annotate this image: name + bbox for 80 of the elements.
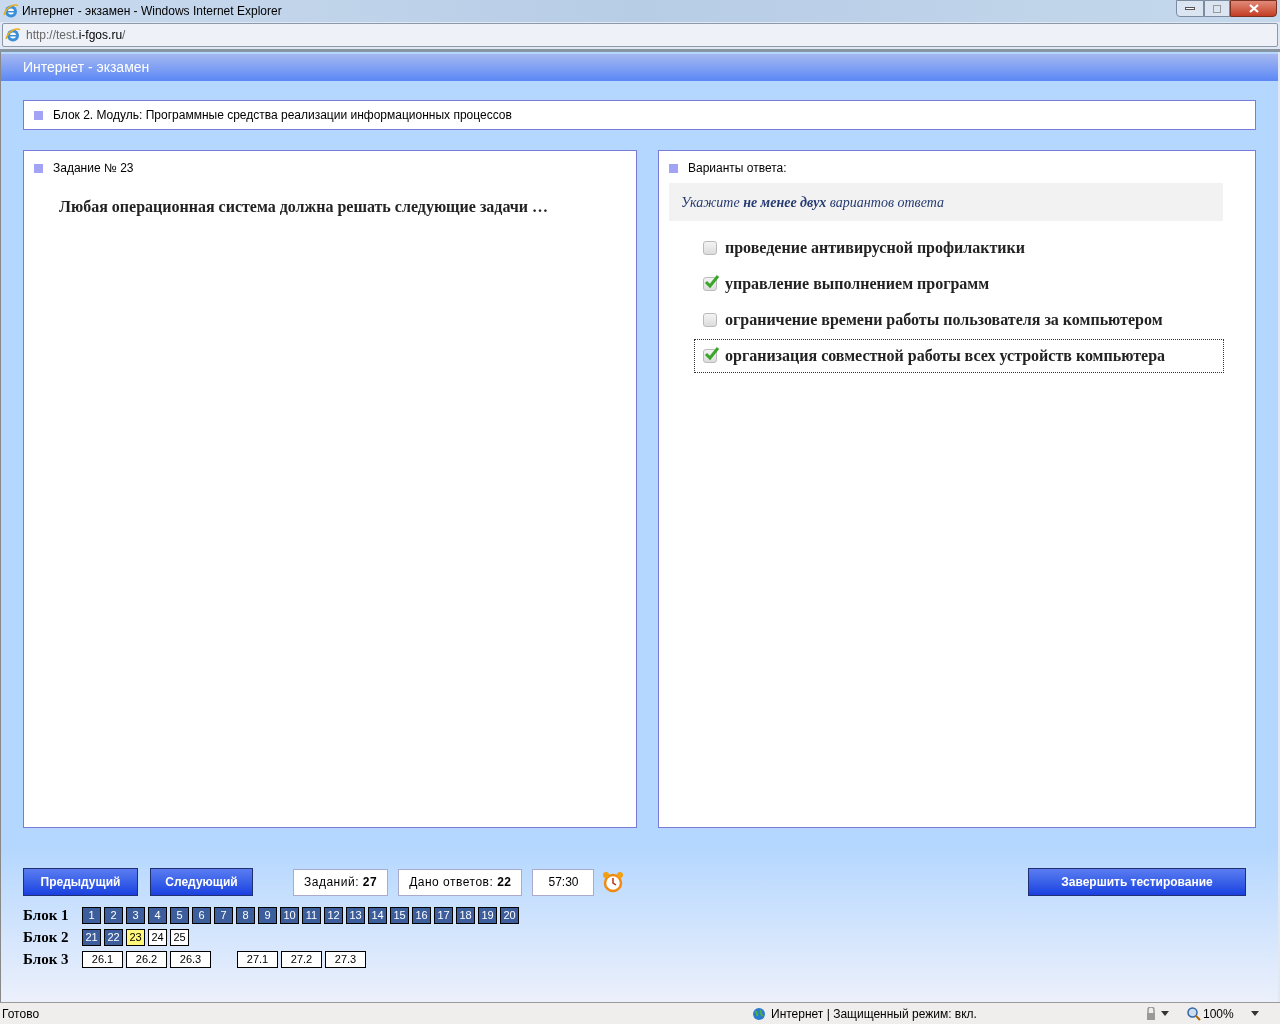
- question-number[interactable]: 16: [412, 907, 431, 924]
- answer-option[interactable]: управление выполнением программ: [694, 267, 1224, 301]
- question-number[interactable]: 27.3: [325, 951, 366, 968]
- security-zone: Интернет | Защищенный режим: вкл.: [771, 1005, 978, 1023]
- bullet-icon: [34, 163, 43, 173]
- question-number[interactable]: 17: [434, 907, 453, 924]
- close-icon: [1248, 4, 1259, 13]
- maximize-button[interactable]: [1204, 0, 1230, 17]
- answers-counter: Дано ответов: 22: [398, 868, 523, 896]
- zoom-icon: [1187, 1006, 1201, 1021]
- question-number[interactable]: 7: [214, 907, 233, 924]
- question-text: Любая операционная система должна решать следующие задачи …: [59, 197, 550, 218]
- answer-option[interactable]: ограничение времени работы пользователя за компьютером: [694, 303, 1224, 337]
- previous-button[interactable]: Предыдущий: [23, 868, 138, 896]
- question-number[interactable]: 26.3: [170, 951, 211, 968]
- tasks-counter: Заданий: 27: [293, 868, 389, 896]
- question-number[interactable]: 27.1: [237, 951, 278, 968]
- question-number[interactable]: 24: [148, 929, 167, 946]
- question-number[interactable]: 4: [148, 907, 167, 924]
- timer: 57:30: [532, 868, 595, 896]
- option-label: управление выполнением программ: [725, 274, 990, 295]
- answers-title: Варианты ответа:: [688, 160, 787, 177]
- bullet-icon: [669, 163, 678, 173]
- window-title: Интернет - экзамен - Windows Internet Explorer: [22, 3, 282, 20]
- question-number[interactable]: 21: [82, 929, 101, 946]
- answer-option[interactable]: организация совместной работы всех устройств компьютера: [694, 339, 1224, 373]
- module-title: Блок 2. Модуль: Программные средства реализации информационных процессов: [53, 107, 512, 124]
- question-number[interactable]: 3: [126, 907, 145, 924]
- option-label: организация совместной работы всех устройств компьютера: [725, 346, 1166, 367]
- address-bar[interactable]: http://test.i-fgos.ru/: [2, 23, 1278, 47]
- url-text: http://test.i-fgos.ru/: [26, 27, 126, 44]
- question-number[interactable]: 9: [258, 907, 277, 924]
- question-number[interactable]: 18: [456, 907, 475, 924]
- question-number[interactable]: 1: [82, 907, 101, 924]
- checkbox[interactable]: [703, 313, 717, 327]
- checkmark-icon: [704, 346, 720, 361]
- page-header: Интернет - экзамен: [1, 54, 1278, 81]
- alarm-clock-icon: [602, 871, 625, 893]
- dropdown-arrow-icon[interactable]: [1161, 1011, 1169, 1016]
- minimize-button[interactable]: [1176, 0, 1204, 17]
- question-number[interactable]: 11: [302, 907, 321, 924]
- question-number[interactable]: 8: [236, 907, 255, 924]
- question-number[interactable]: 25: [170, 929, 189, 946]
- block-label: Блок 3: [23, 950, 70, 970]
- checkbox[interactable]: [703, 277, 717, 291]
- question-number[interactable]: 19: [478, 907, 497, 924]
- block-label: Блок 2: [23, 928, 70, 948]
- question-number[interactable]: 15: [390, 907, 409, 924]
- question-number[interactable]: 27.2: [281, 951, 322, 968]
- hint-text: Укажите не менее двух вариантов ответа: [681, 193, 944, 212]
- question-number[interactable]: 12: [324, 907, 343, 924]
- status-text: Готово: [2, 1005, 41, 1023]
- block-label: Блок 1: [23, 906, 70, 926]
- browser-logo-icon: [3, 3, 19, 19]
- dropdown-arrow-icon[interactable]: [1251, 1011, 1259, 1016]
- option-label: проведение антивирусной профилактики: [725, 238, 1025, 259]
- question-number[interactable]: 10: [280, 907, 299, 924]
- question-number[interactable]: 2: [104, 907, 123, 924]
- close-button[interactable]: [1230, 0, 1277, 17]
- task-title: Задание № 23: [53, 160, 134, 177]
- checkbox[interactable]: [703, 241, 717, 255]
- question-number[interactable]: 26.2: [126, 951, 167, 968]
- answer-option[interactable]: проведение антивирусной профилактики: [694, 231, 1224, 265]
- question-number[interactable]: 26.1: [82, 951, 123, 968]
- question-number[interactable]: 5: [170, 907, 189, 924]
- question-number[interactable]: 14: [368, 907, 387, 924]
- option-label: ограничение времени работы пользователя за компьютером: [725, 310, 1163, 331]
- globe-icon: [752, 1006, 766, 1021]
- bullet-icon: [34, 110, 43, 120]
- finish-button[interactable]: Завершить тестирование: [1028, 868, 1246, 896]
- checkbox[interactable]: [703, 349, 717, 363]
- question-number[interactable]: 22: [104, 929, 123, 946]
- question-number[interactable]: 23: [126, 929, 145, 946]
- question-number[interactable]: 20: [500, 907, 519, 924]
- next-button[interactable]: Следующий: [150, 868, 253, 896]
- browser-logo-icon: [5, 27, 21, 43]
- question-number[interactable]: 13: [346, 907, 365, 924]
- zoom-level[interactable]: 100%: [1203, 1004, 1251, 1023]
- question-number[interactable]: 6: [192, 907, 211, 924]
- checkmark-icon: [704, 274, 720, 289]
